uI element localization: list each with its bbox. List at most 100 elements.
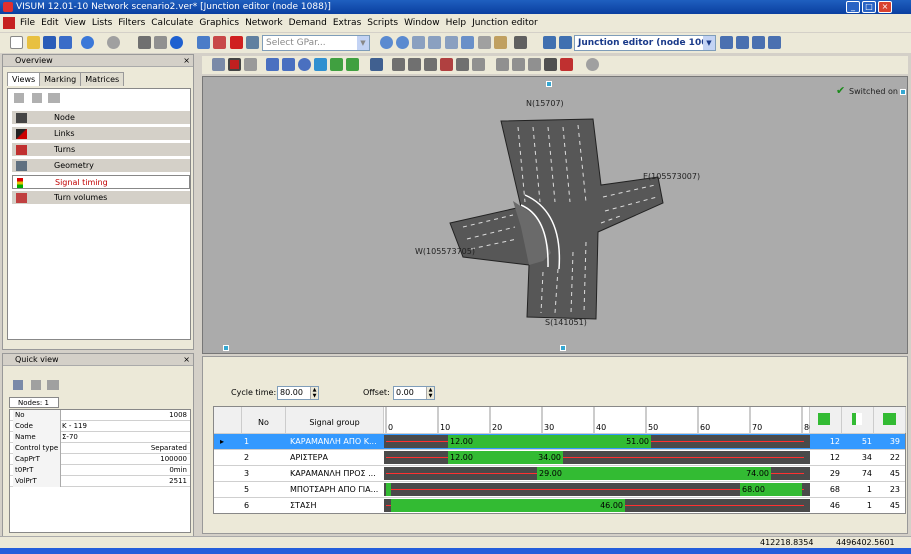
row-green-start[interactable]: 12: [810, 434, 840, 450]
view-icon[interactable]: [244, 58, 257, 71]
table-row[interactable]: 3 ΚΑΡΑΜΑΝΛΗ ΠΡΟΣ ... 29.00 74.00 29 74 45: [214, 465, 905, 481]
menu-view[interactable]: View: [62, 14, 89, 32]
print-icon[interactable]: [154, 36, 167, 49]
binoculars-icon[interactable]: [138, 36, 151, 49]
multi-copy-icon[interactable]: [47, 380, 59, 390]
green-bar[interactable]: 29.00 74.00: [537, 467, 771, 480]
resize-handle[interactable]: [223, 345, 229, 351]
gpar-combo[interactable]: Select GPar... ▼: [262, 35, 370, 51]
refresh-icon[interactable]: [461, 36, 474, 49]
graphics-icon[interactable]: [213, 36, 226, 49]
view-item-turns[interactable]: Turns: [12, 143, 190, 157]
add-view-icon[interactable]: [14, 93, 24, 103]
menu-lists[interactable]: Lists: [89, 14, 115, 32]
row-green-start[interactable]: 68: [810, 482, 840, 498]
row-green-start[interactable]: 46: [810, 498, 840, 514]
timeline-lane[interactable]: 68.00: [384, 483, 810, 496]
qv-value[interactable]: 100000: [62, 454, 187, 465]
qv-value[interactable]: Σ-70: [62, 432, 187, 443]
row-signal-group[interactable]: ΚΑΡΑΜΑΝΛΗ ΑΠΟ Κ...: [290, 434, 382, 450]
edit-icon[interactable]: [494, 36, 507, 49]
cascade-icon[interactable]: [768, 36, 781, 49]
resize-handle[interactable]: [546, 81, 552, 87]
zoom-extent-icon[interactable]: [445, 36, 458, 49]
stop-icon[interactable]: [228, 58, 241, 71]
quick-view-select-icon[interactable]: [13, 380, 23, 390]
menu-window[interactable]: Window: [401, 14, 443, 32]
menu-demand[interactable]: Demand: [286, 14, 330, 32]
close-button[interactable]: ×: [878, 1, 892, 13]
row-green-end[interactable]: 51: [842, 434, 872, 450]
menu-scripts[interactable]: Scripts: [364, 14, 401, 32]
layout-icon[interactable]: [543, 36, 556, 49]
open-folder-icon[interactable]: [27, 36, 40, 49]
move-icon[interactable]: [456, 58, 469, 71]
menu-extras[interactable]: Extras: [330, 14, 364, 32]
row-no[interactable]: 1: [244, 434, 284, 450]
tab-marking[interactable]: Marking: [39, 72, 82, 86]
row-no[interactable]: 3: [244, 466, 284, 482]
pointer-icon[interactable]: [32, 93, 42, 103]
split-vertical-icon[interactable]: [752, 36, 765, 49]
menu-graphics[interactable]: Graphics: [196, 14, 242, 32]
col-header-green-start[interactable]: [810, 407, 842, 433]
layers-icon[interactable]: [48, 93, 60, 103]
cycle-time-input[interactable]: 80.00 ▲ ▼: [277, 386, 319, 400]
table-row[interactable]: 5 ΜΠΟΤΣΑΡΗ ΑΠΟ ΓΙΑ... 68.00 68 1 23: [214, 481, 905, 497]
qv-value[interactable]: 0min: [62, 465, 187, 476]
qv-value[interactable]: 1008: [62, 410, 187, 421]
menu-filters[interactable]: Filters: [115, 14, 148, 32]
chart-icon[interactable]: [544, 58, 557, 71]
timeline-lane[interactable]: 12.00 51.00: [384, 435, 810, 448]
tools-icon[interactable]: [230, 36, 243, 49]
view-item-links[interactable]: Links: [12, 127, 190, 141]
optimize-icon[interactable]: [346, 58, 359, 71]
row-signal-group[interactable]: ΑΡΙΣΤΕΡΑ: [290, 450, 382, 466]
interstage-icon[interactable]: [496, 58, 509, 71]
row-green-duration[interactable]: 23: [874, 482, 900, 498]
copy-icon[interactable]: [472, 58, 485, 71]
settings-icon[interactable]: [586, 58, 599, 71]
row-green-end[interactable]: 1: [842, 498, 872, 514]
stage-icon[interactable]: [512, 58, 525, 71]
menu-help[interactable]: Help: [443, 14, 470, 32]
view-item-signal-timing[interactable]: Signal timing: [12, 175, 190, 189]
menu-network[interactable]: Network: [242, 14, 286, 32]
resize-handle[interactable]: [900, 89, 906, 95]
qv-value[interactable]: K - 119: [62, 421, 187, 432]
junction-graphic-view[interactable]: N(15707) E(105573007) W(105573705) S(141…: [202, 76, 908, 354]
col-header-green-end[interactable]: [842, 407, 874, 433]
timeline-lane[interactable]: 46.00: [384, 499, 810, 512]
stretch-icon[interactable]: [424, 58, 437, 71]
table-row[interactable]: 6 ΣΤΑΣΗ 46.00 46 1 45: [214, 497, 905, 513]
row-signal-group[interactable]: ΚΑΡΑΜΑΝΛΗ ΠΡΟΣ ...: [290, 466, 382, 482]
green-bar[interactable]: 12.00 51.00: [448, 435, 651, 448]
save-all-icon[interactable]: [59, 36, 72, 49]
green-bar[interactable]: 46.00: [391, 499, 625, 512]
view-item-turn-volumes[interactable]: Turn volumes: [12, 191, 190, 205]
zoom-window-icon[interactable]: [478, 36, 491, 49]
new-file-icon[interactable]: [10, 36, 23, 49]
align-left-icon[interactable]: [392, 58, 405, 71]
junction-editor-combo[interactable]: Junction editor (node 1000) ▼: [574, 35, 716, 51]
pan-left-icon[interactable]: [412, 36, 425, 49]
view-item-geometry[interactable]: Geometry: [12, 159, 190, 173]
pan-right-icon[interactable]: [428, 36, 441, 49]
row-signal-group[interactable]: ΜΠΟΤΣΑΡΗ ΑΠΟ ΓΙΑ...: [290, 482, 382, 498]
offset-input[interactable]: 0.00 ▲ ▼: [393, 386, 435, 400]
row-green-end[interactable]: 34: [842, 450, 872, 466]
signal-icon[interactable]: [266, 58, 279, 71]
detector-icon[interactable]: [314, 58, 327, 71]
col-header-green-duration[interactable]: [874, 407, 906, 433]
qv-value[interactable]: Separated: [62, 443, 187, 454]
select-icon[interactable]: [212, 58, 225, 71]
row-green-end[interactable]: 1: [842, 482, 872, 498]
menu-edit[interactable]: Edit: [38, 14, 61, 32]
row-no[interactable]: 6: [244, 498, 284, 514]
save-icon[interactable]: [43, 36, 56, 49]
row-green-duration[interactable]: 45: [874, 498, 900, 514]
maximize-button[interactable]: □: [862, 1, 876, 13]
row-green-end[interactable]: 74: [842, 466, 872, 482]
tab-views[interactable]: Views: [7, 72, 41, 86]
menu-calculate[interactable]: Calculate: [148, 14, 196, 32]
